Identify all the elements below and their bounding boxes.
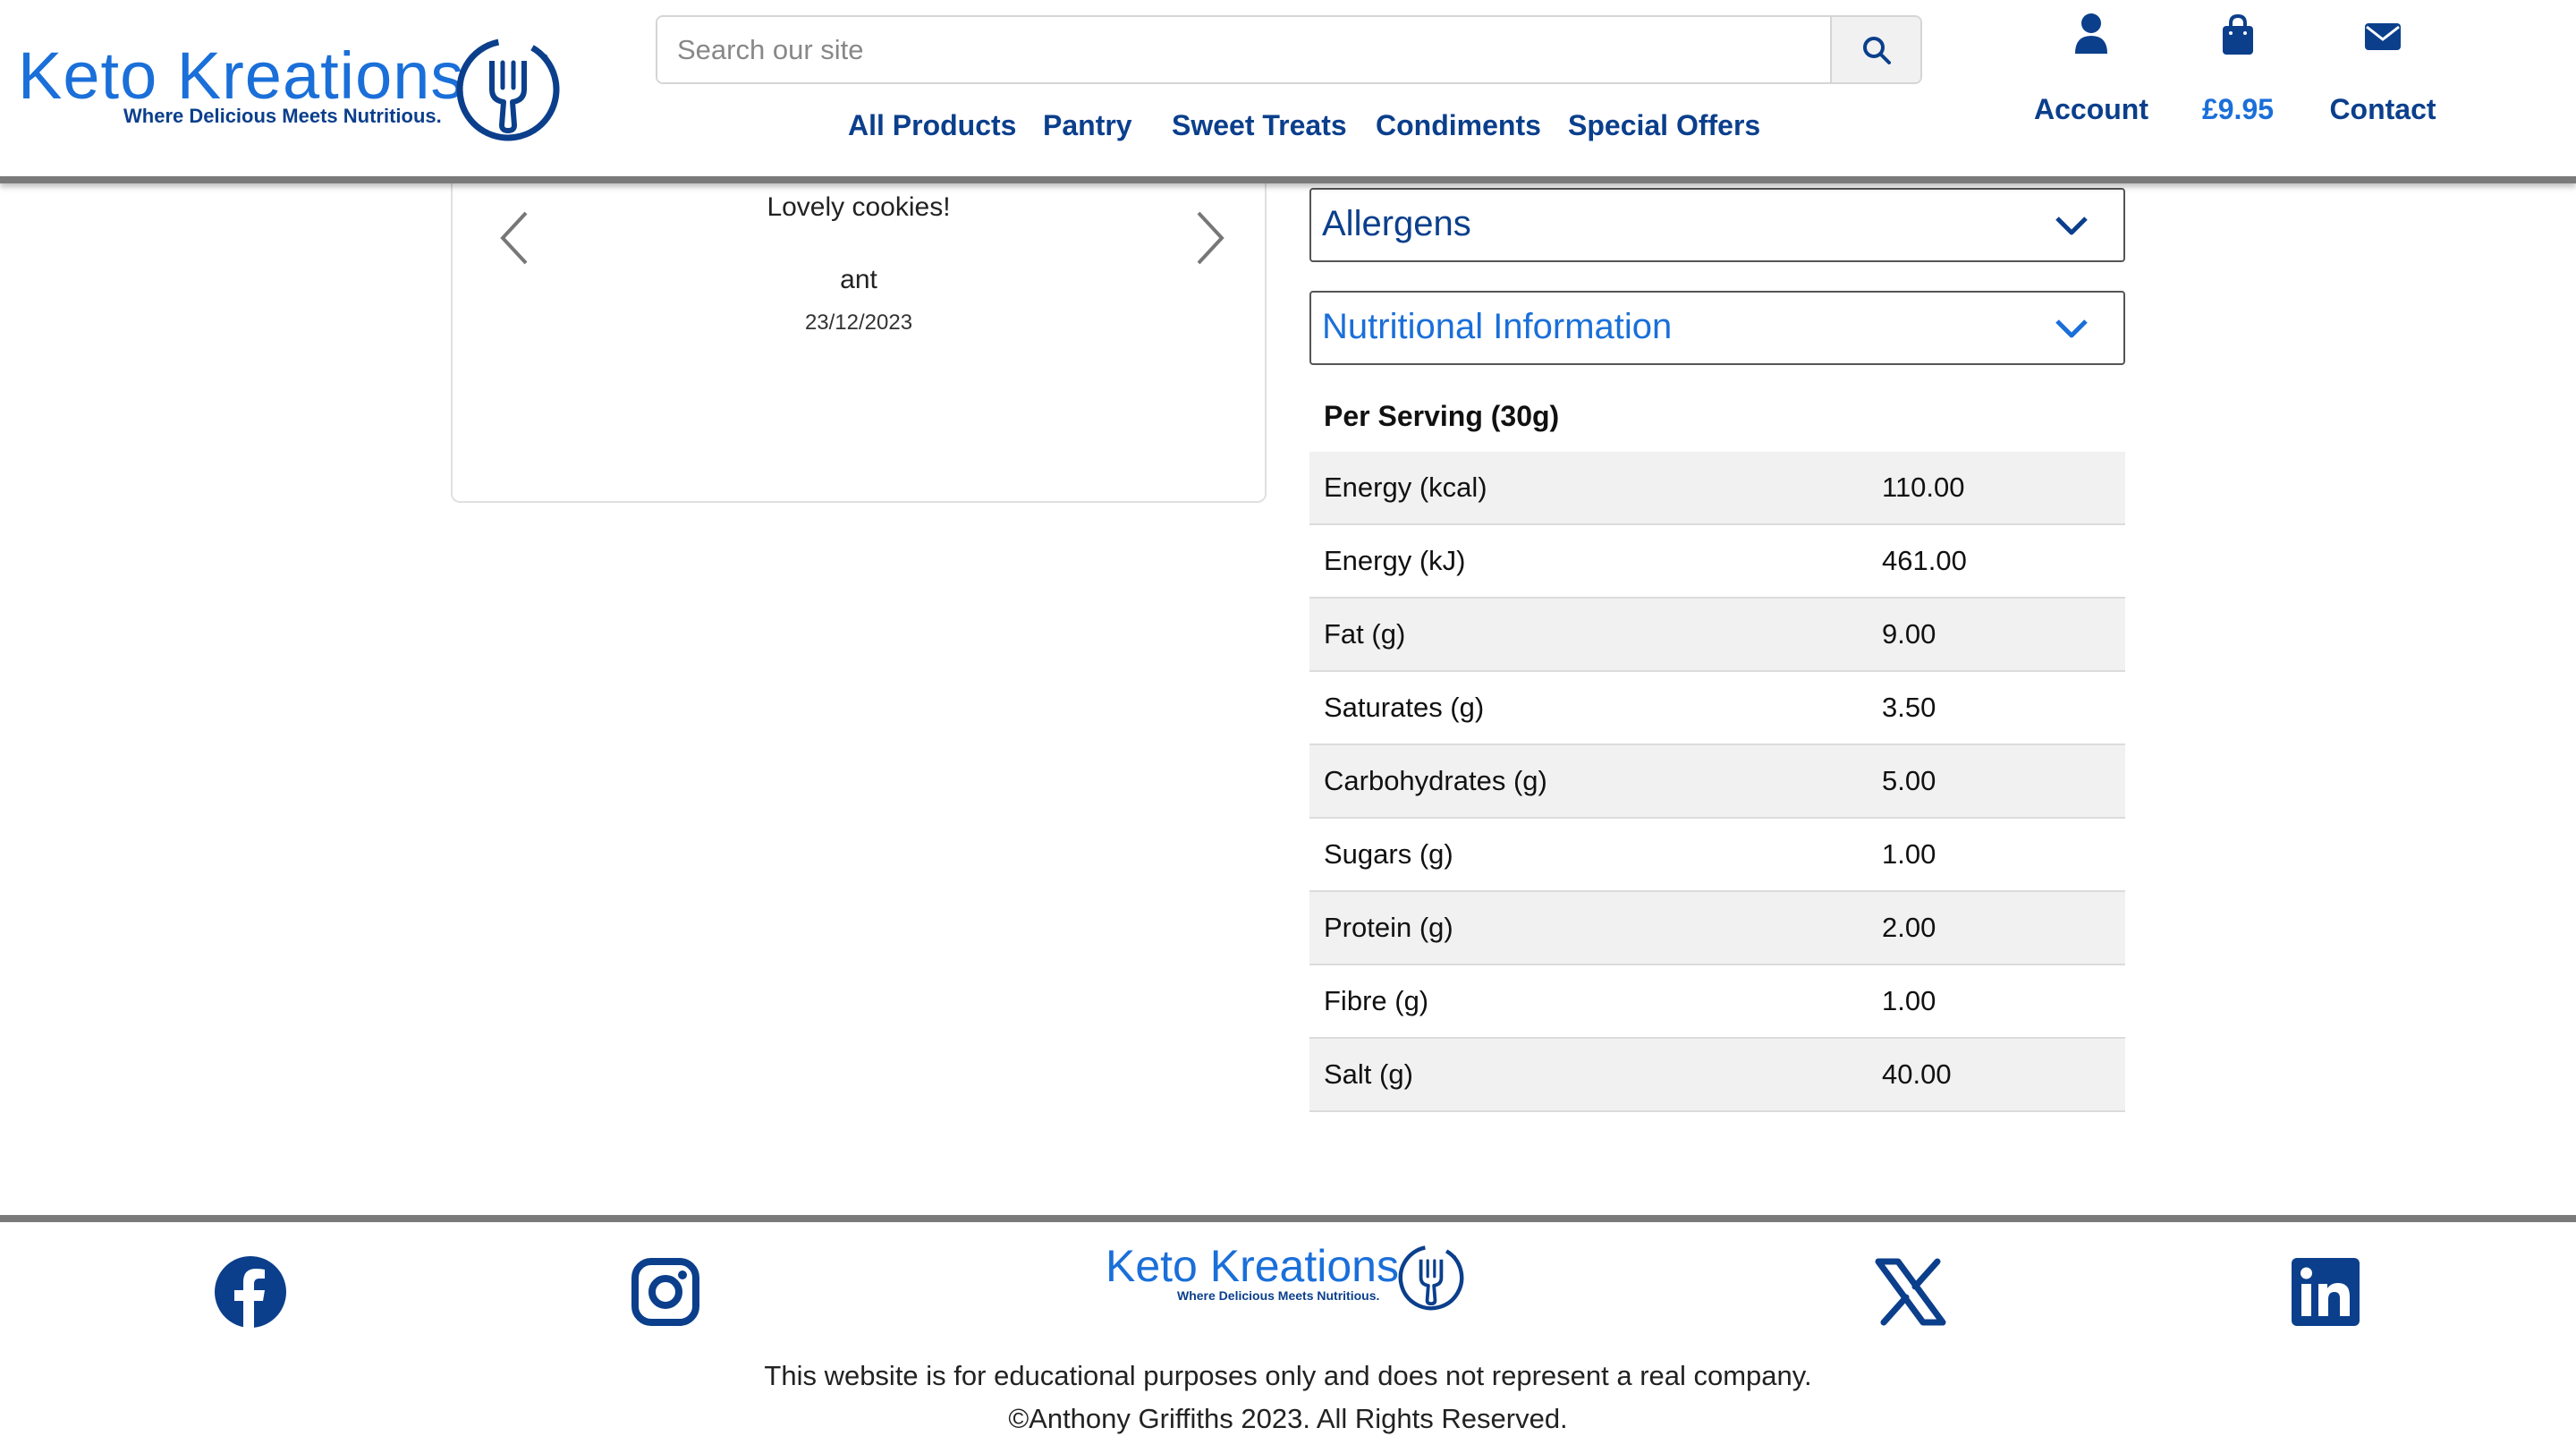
search-bar xyxy=(656,15,1922,84)
footer-logo[interactable]: Keto Kreations Where Delicious Meets Nut… xyxy=(1106,1241,1469,1313)
site-header: Keto Kreations Where Delicious Meets Nut… xyxy=(0,0,2576,183)
search-button[interactable] xyxy=(1830,17,1920,82)
contact-label: Contact xyxy=(2329,93,2436,125)
allergens-accordion[interactable]: Allergens xyxy=(1309,188,2125,262)
nav-all-products[interactable]: All Products xyxy=(848,109,1016,142)
table-row: Fat (g) 9.00 xyxy=(1309,599,2125,672)
chevron-down-icon xyxy=(2055,217,2088,235)
allergens-title: Allergens xyxy=(1322,204,1471,243)
nutrient-value: 1.00 xyxy=(1882,985,1936,1016)
envelope-icon xyxy=(2365,23,2401,50)
nutrient-label: Protein (g) xyxy=(1324,912,1453,943)
review-date: 23/12/2023 xyxy=(804,310,913,335)
table-row: Salt (g) 40.00 xyxy=(1309,1039,2125,1112)
nutrient-label: Fibre (g) xyxy=(1324,985,1429,1016)
footer-copyright: ©Anthony Griffiths 2023. All Rights Rese… xyxy=(1008,1403,1568,1434)
site-logo[interactable]: Keto Kreations Where Delicious Meets Nut… xyxy=(18,36,564,143)
nutrient-value: 3.50 xyxy=(1882,692,1936,723)
search-input[interactable] xyxy=(657,17,1834,82)
nutrition-accordion[interactable]: Nutritional Information xyxy=(1309,291,2125,365)
nav-sweet-treats[interactable]: Sweet Treats xyxy=(1172,109,1347,142)
nutrition-title: Nutritional Information xyxy=(1322,307,1673,346)
nutrient-label: Saturates (g) xyxy=(1324,692,1485,723)
basket-link[interactable]: £9.95 xyxy=(2175,13,2301,125)
nutrient-label: Carbohydrates (g) xyxy=(1324,765,1547,796)
nav-pantry[interactable]: Pantry xyxy=(1043,109,1132,142)
nutrient-label: Energy (kJ) xyxy=(1324,545,1466,576)
table-row: Carbohydrates (g) 5.00 xyxy=(1309,745,2125,819)
nav-special-offers[interactable]: Special Offers xyxy=(1568,109,1760,142)
review-text: Lovely cookies! xyxy=(767,192,951,222)
shopping-bag-icon xyxy=(2223,13,2253,55)
nutrition-table-header: Per Serving (30g) xyxy=(1309,380,2125,452)
footer-disclaimer: This website is for educational purposes… xyxy=(764,1360,1812,1391)
facebook-icon[interactable] xyxy=(213,1254,288,1330)
serving-size-label: Per Serving (30g) xyxy=(1324,400,1560,432)
nav-condiments[interactable]: Condiments xyxy=(1376,109,1541,142)
footer-brand-name: Keto Kreations xyxy=(1106,1241,1399,1291)
nutrient-value: 9.00 xyxy=(1882,618,1936,650)
nutrient-label: Sugars (g) xyxy=(1324,838,1453,870)
basket-total: £9.95 xyxy=(2201,93,2275,125)
table-row: Energy (kcal) 110.00 xyxy=(1309,452,2125,525)
nutrient-value: 110.00 xyxy=(1882,472,1965,503)
nutrient-value: 5.00 xyxy=(1882,765,1936,796)
brand-tagline: Where Delicious Meets Nutritious. xyxy=(123,105,442,127)
linkedin-icon[interactable] xyxy=(2288,1254,2363,1330)
footer-brand-tagline: Where Delicious Meets Nutritious. xyxy=(1177,1288,1380,1303)
review-author: ant xyxy=(840,265,877,294)
instagram-icon[interactable] xyxy=(628,1254,703,1330)
fork-logo-icon xyxy=(1398,1245,1464,1311)
nutrient-value: 461.00 xyxy=(1882,545,1967,576)
contact-link[interactable]: Contact xyxy=(2320,13,2445,125)
nutrient-value: 1.00 xyxy=(1882,838,1936,870)
nutrient-value: 2.00 xyxy=(1882,912,1936,943)
table-row: Fibre (g) 1.00 xyxy=(1309,965,2125,1039)
table-row: Energy (kJ) 461.00 xyxy=(1309,525,2125,599)
site-footer: Keto Kreations Where Delicious Meets Nut… xyxy=(0,1215,2576,1453)
nutrient-label: Fat (g) xyxy=(1324,618,1406,650)
account-link[interactable]: Account xyxy=(2029,13,2154,125)
table-row: Protein (g) 2.00 xyxy=(1309,892,2125,965)
search-icon xyxy=(1862,36,1891,64)
review-carousel: Lovely cookies! ant 23/12/2023 xyxy=(451,170,1267,503)
x-icon[interactable] xyxy=(1873,1254,1948,1330)
nutrient-value: 40.00 xyxy=(1882,1058,1952,1090)
account-label: Account xyxy=(2034,93,2148,125)
nutrient-label: Salt (g) xyxy=(1324,1058,1413,1090)
user-icon xyxy=(2075,13,2107,54)
chevron-right-icon[interactable] xyxy=(1186,202,1231,274)
fork-logo-icon xyxy=(456,38,560,141)
table-row: Saturates (g) 3.50 xyxy=(1309,672,2125,745)
table-row: Sugars (g) 1.00 xyxy=(1309,819,2125,892)
nutrient-label: Energy (kcal) xyxy=(1324,472,1487,503)
nutrition-table: Per Serving (30g) Energy (kcal) 110.00 E… xyxy=(1309,380,2125,1112)
chevron-down-icon xyxy=(2055,319,2088,338)
brand-name: Keto Kreations xyxy=(18,38,465,113)
